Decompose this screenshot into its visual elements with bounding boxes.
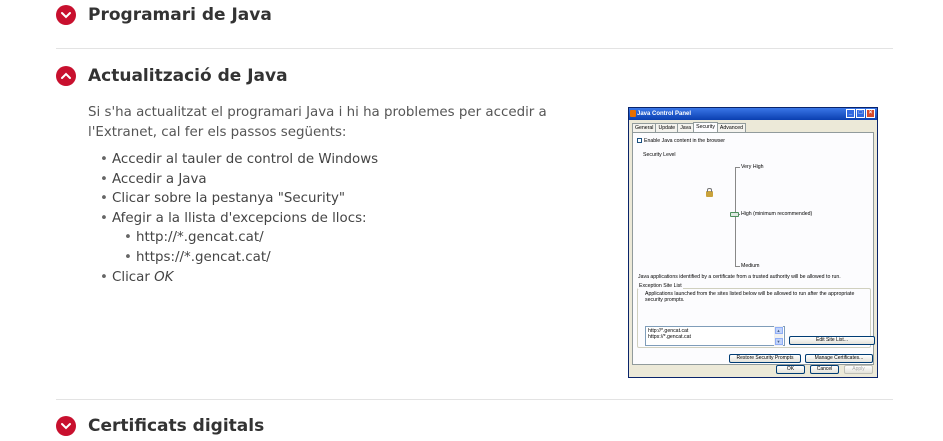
restore-prompts-button: Restore Security Prompts bbox=[729, 354, 801, 363]
chevron-down-icon[interactable] bbox=[56, 5, 76, 25]
list-item: Accedir al tauler de control de Windows bbox=[100, 150, 378, 170]
cancel-button: Cancel bbox=[810, 365, 839, 374]
steps-list: Accedir al tauler de control de Windows … bbox=[100, 150, 378, 287]
tab-advanced: Advanced bbox=[716, 123, 746, 132]
tab-general: General bbox=[632, 123, 657, 132]
exception-site-title: Exception Site List bbox=[638, 283, 683, 289]
security-panel: Enable Java content in the browser Secur… bbox=[632, 132, 875, 365]
accordion-title: Programari de Java bbox=[88, 5, 272, 25]
level-very-high: Very High bbox=[741, 164, 764, 170]
ok-emphasis: OK bbox=[154, 269, 174, 285]
scroll-down-icon: ▼ bbox=[774, 338, 783, 345]
window-titlebar: Java Control Panel _ □ × bbox=[629, 108, 877, 120]
maximize-icon: □ bbox=[856, 109, 865, 118]
list-item-text: Afegir a la llista d'excepcions de llocs… bbox=[112, 210, 367, 226]
list-item: Accedir a Java bbox=[100, 170, 378, 190]
lock-icon bbox=[706, 188, 713, 197]
edit-site-list-button: Edit Site List... bbox=[789, 336, 875, 345]
accordion-title: Actualització de Java bbox=[88, 66, 288, 86]
apply-button: Apply bbox=[844, 365, 873, 374]
tab-security: Security bbox=[693, 122, 718, 132]
minimize-icon: _ bbox=[846, 109, 855, 118]
manage-certificates-button: Manage Certificates... bbox=[805, 354, 873, 363]
sub-list: http://*.gencat.cat/ https://*.gencat.ca… bbox=[112, 228, 378, 267]
slider-thumb bbox=[730, 212, 739, 217]
chevron-up-icon[interactable] bbox=[56, 66, 76, 86]
site-item: https://*.gencat.cat bbox=[648, 334, 691, 340]
slider-tick bbox=[735, 167, 740, 168]
list-item: https://*.gencat.cat/ bbox=[124, 248, 378, 268]
listbox-scrollbar: ▲ ▼ bbox=[774, 326, 783, 346]
java-control-panel-screenshot: Java Control Panel _ □ × General Update … bbox=[628, 107, 878, 378]
accordion-header-programari[interactable]: Programari de Java bbox=[56, 5, 272, 25]
slider-tick bbox=[735, 266, 740, 267]
window-buttons: _ □ × bbox=[846, 109, 875, 118]
tab-update: Update bbox=[655, 123, 679, 132]
scroll-up-icon: ▲ bbox=[774, 327, 783, 334]
tab-bar: General Update Java Security Advanced bbox=[632, 122, 746, 132]
security-level-label: Security Level bbox=[643, 152, 676, 158]
exception-site-desc: Applications launched from the sites lis… bbox=[645, 291, 855, 303]
chevron-down-icon[interactable] bbox=[56, 416, 76, 436]
list-item: Clicar sobre la pestanya "Security" bbox=[100, 189, 378, 209]
slider-track bbox=[735, 167, 736, 267]
list-item: Clicar OK bbox=[100, 268, 378, 288]
site-listbox: http://*.gencat.cat https://*.gencat.cat bbox=[645, 326, 785, 346]
accordion-title: Certificats digitals bbox=[88, 416, 265, 436]
window-title: Java Control Panel bbox=[637, 111, 692, 117]
list-item-text: Clicar bbox=[112, 269, 155, 285]
level-note: Java applications identified by a certif… bbox=[638, 274, 841, 280]
list-item: Afegir a la llista d'excepcions de llocs… bbox=[100, 209, 378, 268]
list-item: http://*.gencat.cat/ bbox=[124, 228, 378, 248]
close-icon: × bbox=[866, 109, 875, 118]
tab-java: Java bbox=[677, 123, 695, 132]
divider bbox=[56, 399, 893, 400]
divider bbox=[56, 48, 893, 49]
accordion-header-certificats[interactable]: Certificats digitals bbox=[56, 416, 264, 436]
ok-button: OK bbox=[776, 365, 805, 374]
enable-java-label: Enable Java content in the browser bbox=[644, 138, 726, 144]
java-icon bbox=[630, 110, 636, 117]
intro-text: Si s'ha actualitzat el programari Java i… bbox=[88, 105, 547, 140]
level-medium: Medium bbox=[741, 263, 760, 269]
accordion-header-actualitzacio[interactable]: Actualització de Java bbox=[56, 66, 288, 86]
level-high: High (minimum recommended) bbox=[741, 211, 813, 217]
checkbox-icon bbox=[637, 138, 642, 143]
